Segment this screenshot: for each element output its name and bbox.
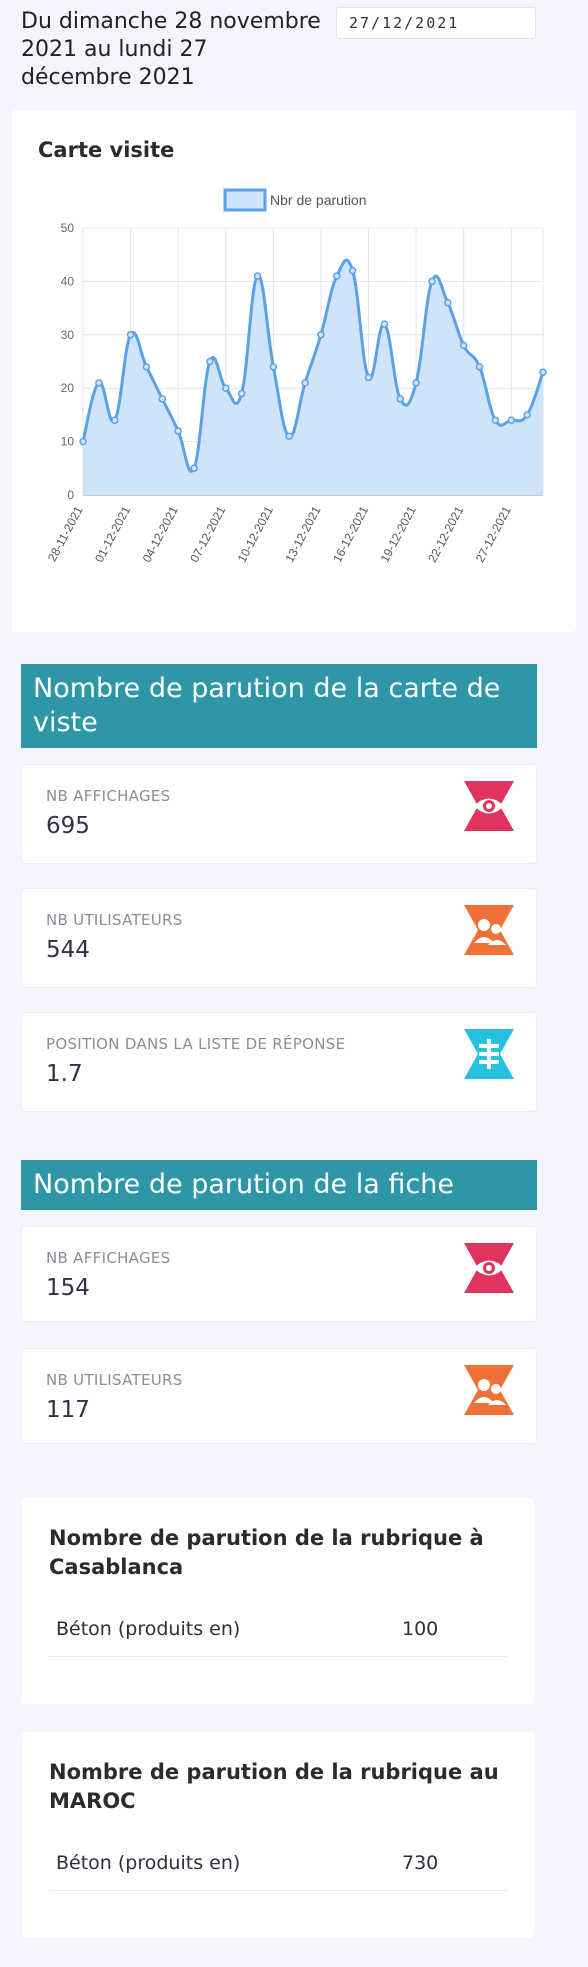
y-tick-label: 40 bbox=[61, 274, 75, 288]
data-point bbox=[348, 266, 357, 275]
data-point bbox=[253, 272, 262, 280]
stat-label: NB UTILISATEURS bbox=[46, 1371, 183, 1389]
data-point bbox=[333, 272, 341, 280]
data-point bbox=[158, 395, 167, 403]
data-point bbox=[317, 331, 325, 339]
stat-label: NB AFFICHAGES bbox=[46, 1249, 171, 1267]
y-tick-label: 10 bbox=[61, 435, 75, 449]
x-tick-label: 07-12-2021 bbox=[187, 504, 228, 565]
row-value: 100 bbox=[402, 1618, 439, 1640]
x-tick-label: 10-12-2021 bbox=[235, 504, 276, 565]
y-tick-label: 50 bbox=[61, 221, 75, 235]
stat-value: 544 bbox=[46, 937, 90, 963]
data-point bbox=[380, 320, 389, 328]
chart-card: Carte visite 0 10 20 30 40 50 28-11-2021 01-12-… bbox=[12, 110, 576, 632]
data-point bbox=[459, 341, 468, 350]
data-point bbox=[491, 416, 500, 424]
eye-icon bbox=[464, 1243, 514, 1293]
y-tick-label: 20 bbox=[61, 381, 75, 395]
rubrique-casablanca-card: Nombre de parution de la rubrique à Casa… bbox=[22, 1498, 534, 1704]
row-label: Béton (produits en) bbox=[56, 1852, 241, 1874]
table-row: Béton (produits en) 730 bbox=[49, 1842, 509, 1891]
data-point bbox=[110, 416, 119, 424]
legend-swatch bbox=[223, 188, 267, 212]
rubrique-title: Nombre de parution de la rubrique au MAR… bbox=[49, 1760, 499, 1813]
data-point bbox=[237, 389, 246, 398]
stat-card-utilisateurs-fiche: NB UTILISATEURS 117 bbox=[21, 1348, 537, 1444]
x-tick-label: 28-11-2021 bbox=[45, 504, 86, 564]
line-chart: 0 10 20 30 40 50 28-11-2021 01-12-2021 04-12-202… bbox=[45, 188, 547, 565]
users-icon bbox=[464, 905, 514, 955]
stat-card-utilisateurs: NB UTILISATEURS 544 bbox=[21, 888, 537, 988]
data-point bbox=[507, 416, 516, 424]
data-point bbox=[523, 411, 531, 419]
stat-value: 695 bbox=[46, 813, 90, 839]
data-point bbox=[206, 357, 214, 366]
stat-value: 1.7 bbox=[46, 1061, 83, 1087]
x-tick-label: 04-12-2021 bbox=[140, 504, 181, 565]
data-point bbox=[142, 363, 151, 371]
period-text: Du dimanche 28 novembre 2021 au lundi 27… bbox=[21, 9, 321, 90]
data-point bbox=[285, 432, 293, 441]
data-point bbox=[539, 368, 547, 376]
stat-label: NB AFFICHAGES bbox=[46, 787, 171, 805]
stat-label: POSITION DANS LA LISTE DE RÉPONSE bbox=[46, 1035, 346, 1053]
data-point bbox=[364, 373, 373, 382]
data-point bbox=[79, 437, 87, 446]
stat-card-affichages-fiche: NB AFFICHAGES 154 bbox=[21, 1226, 537, 1322]
section-banner-carte: Nombre de parution de la carte de viste bbox=[21, 664, 537, 748]
data-point bbox=[174, 427, 182, 435]
stat-card-affichages: NB AFFICHAGES 695 bbox=[21, 764, 537, 864]
rubrique-title: Nombre de parution de la rubrique à Casa… bbox=[49, 1526, 484, 1579]
date-input[interactable]: 27/12/2021 bbox=[336, 7, 536, 39]
row-label: Béton (produits en) bbox=[56, 1618, 241, 1640]
data-point bbox=[269, 363, 278, 371]
data-point bbox=[428, 277, 436, 286]
data-point bbox=[475, 363, 484, 371]
data-point bbox=[444, 299, 452, 307]
stat-value: 154 bbox=[46, 1275, 90, 1301]
data-point bbox=[301, 379, 309, 387]
data-point bbox=[126, 331, 135, 339]
x-tick-label: 13-12-2021 bbox=[282, 504, 323, 565]
stat-label: NB UTILISATEURS bbox=[46, 911, 183, 929]
data-point bbox=[412, 379, 420, 387]
data-point bbox=[95, 379, 103, 387]
y-tick-label: 30 bbox=[61, 328, 75, 342]
list-icon bbox=[464, 1029, 514, 1079]
x-tick-label: 19-12-2021 bbox=[378, 504, 419, 565]
x-tick-label: 01-12-2021 bbox=[92, 504, 133, 565]
data-point bbox=[222, 384, 230, 392]
data-point bbox=[396, 395, 404, 403]
row-value: 730 bbox=[402, 1852, 439, 1874]
stat-card-position: POSITION DANS LA LISTE DE RÉPONSE 1.7 bbox=[21, 1012, 537, 1112]
users-icon bbox=[464, 1365, 514, 1415]
data-point bbox=[190, 464, 198, 473]
table-row: Béton (produits en) 100 bbox=[49, 1608, 509, 1657]
legend-label: Nbr de parution bbox=[270, 192, 367, 208]
x-tick-label: 27-12-2021 bbox=[473, 504, 514, 565]
rubrique-maroc-card: Nombre de parution de la rubrique au MAR… bbox=[22, 1732, 534, 1938]
x-tick-label: 16-12-2021 bbox=[330, 504, 371, 565]
eye-icon bbox=[464, 781, 514, 831]
stat-value: 117 bbox=[46, 1397, 90, 1423]
x-tick-label: 22-12-2021 bbox=[425, 504, 466, 565]
section-banner-fiche: Nombre de parution de la fiche bbox=[21, 1160, 537, 1210]
y-tick-label: 0 bbox=[67, 488, 74, 502]
